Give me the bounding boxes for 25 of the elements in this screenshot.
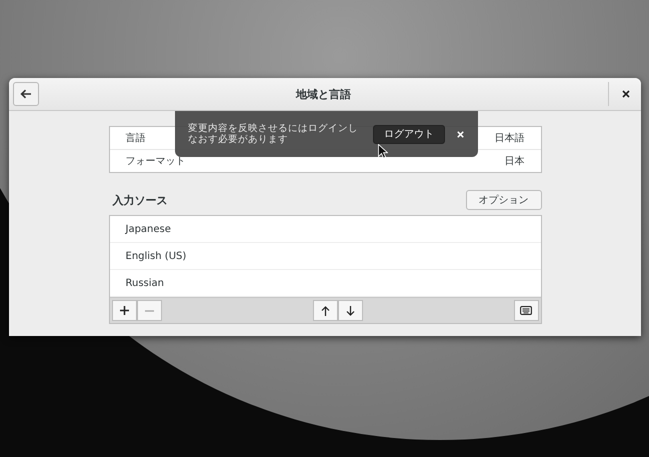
- input-source-item[interactable]: English (US): [110, 243, 540, 270]
- down-arrow-icon: [346, 306, 354, 316]
- section-heading: 入力ソース: [112, 192, 168, 208]
- setting-value: 日本: [504, 154, 524, 168]
- options-button[interactable]: オプション: [466, 190, 542, 210]
- back-button[interactable]: [13, 82, 39, 106]
- logout-button[interactable]: ログアウト: [373, 124, 445, 144]
- notification-message: 変更内容を反映させるにはログインしなおす必要があります: [188, 123, 359, 145]
- setting-value: 日本語: [494, 132, 524, 145]
- setting-label: フォーマット: [126, 155, 186, 168]
- move-up-button[interactable]: [312, 300, 338, 321]
- setting-label: 言語: [126, 132, 146, 145]
- close-icon: [457, 130, 464, 138]
- window-title: 地域と言語: [294, 86, 352, 102]
- mouse-cursor-icon: [378, 144, 388, 159]
- close-icon: [622, 90, 630, 98]
- move-down-button[interactable]: [338, 300, 362, 321]
- input-source-item[interactable]: Japanese: [110, 216, 540, 243]
- back-arrow-icon: [20, 89, 32, 99]
- minus-icon: [144, 310, 154, 312]
- add-button[interactable]: [112, 300, 136, 321]
- keyboard-button[interactable]: [514, 300, 538, 321]
- plus-icon: [120, 306, 128, 315]
- keyboard-icon: [520, 306, 532, 315]
- up-arrow-icon: [320, 306, 330, 316]
